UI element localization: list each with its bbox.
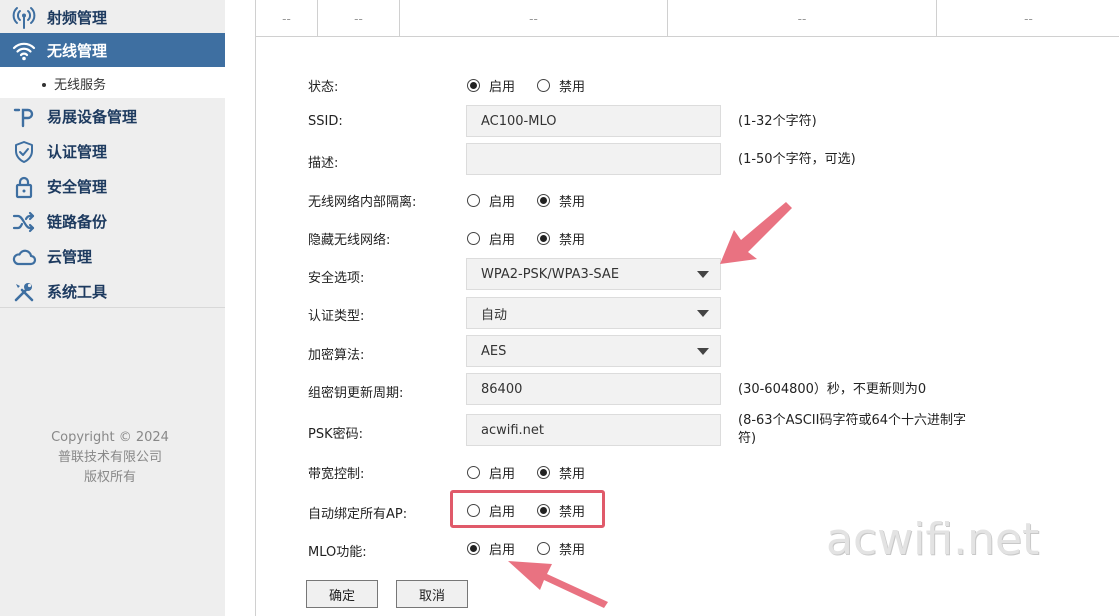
page: 射频管理 无线管理 无线服务 易展设备管理 认证管理 安全管理 链路备份 云管理… — [0, 0, 1119, 616]
arrow-security-icon — [720, 202, 792, 264]
arrow-mlo-icon — [508, 561, 608, 608]
watermark: acwifi.net — [826, 514, 1040, 565]
